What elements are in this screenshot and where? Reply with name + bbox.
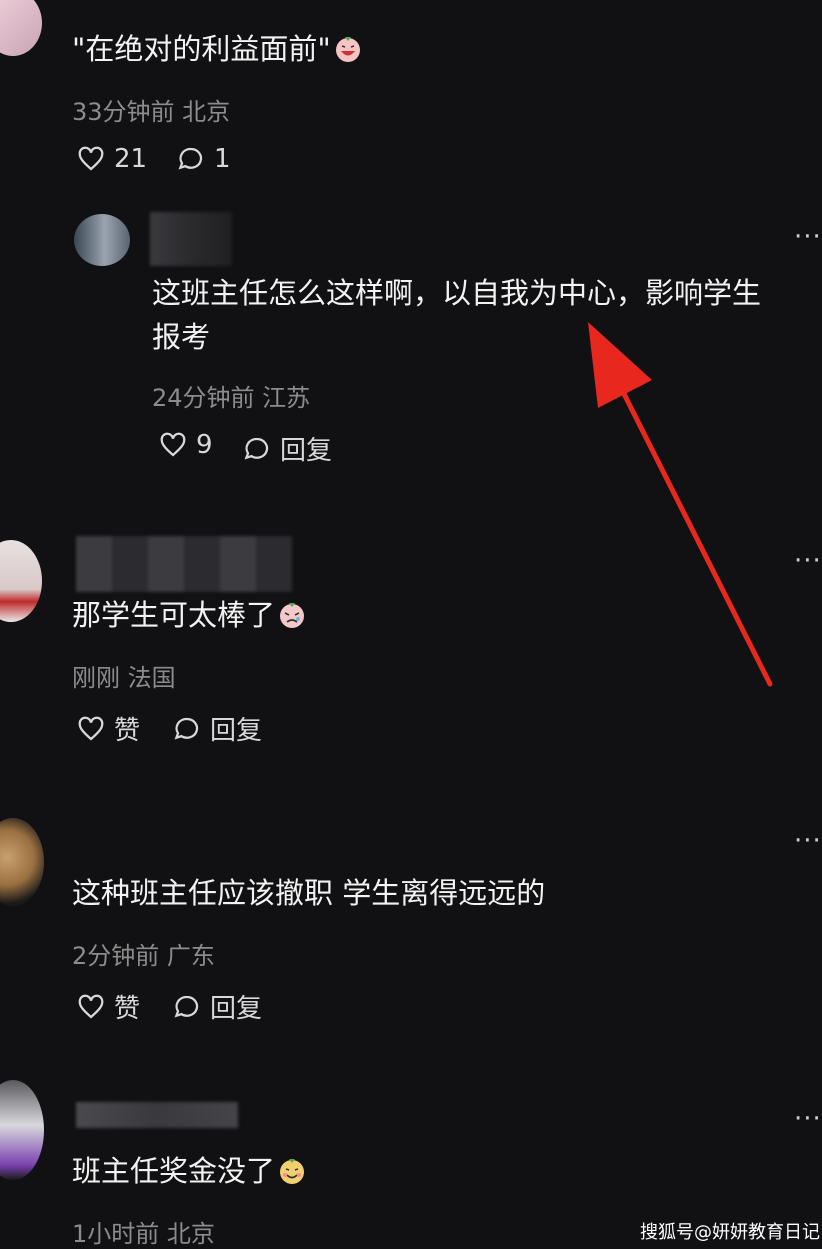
watermark: 搜狐号@妍妍教育日记	[640, 1222, 820, 1243]
red-arrow-annotation	[588, 322, 773, 687]
